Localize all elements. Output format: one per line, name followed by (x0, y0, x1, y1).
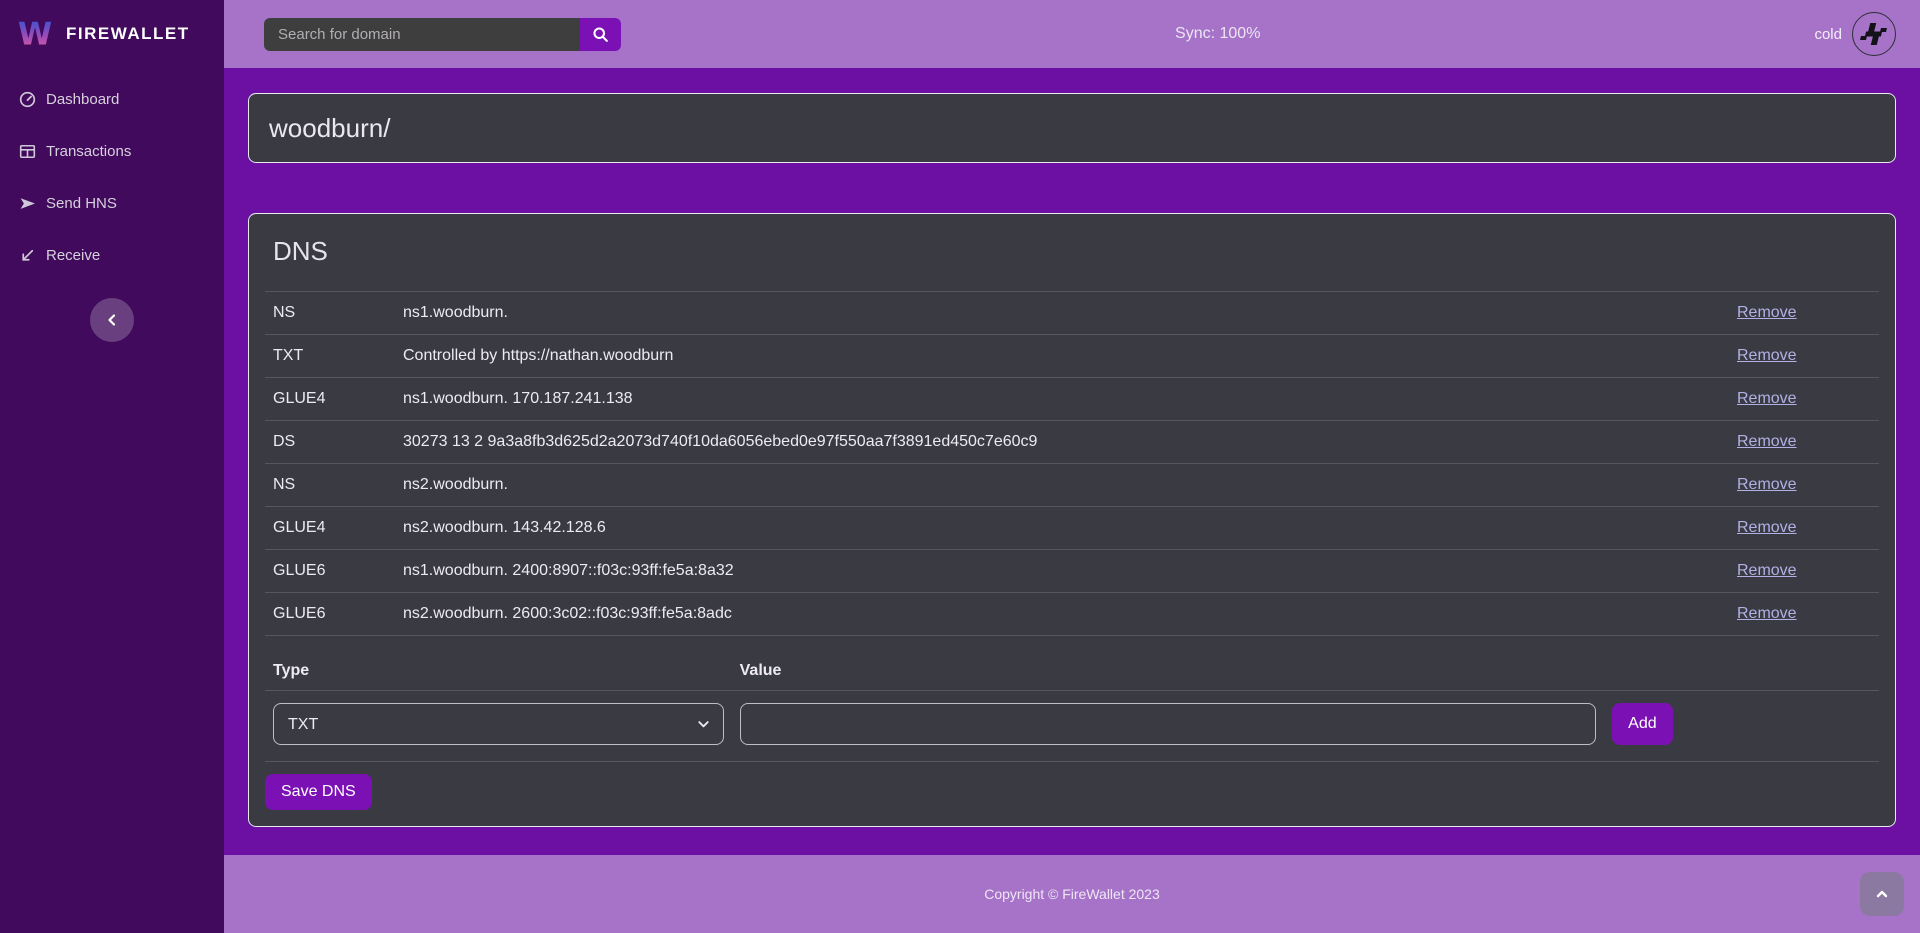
search-icon (592, 26, 609, 43)
domain-search-group (264, 18, 621, 51)
record-value: ns2.woodburn. (395, 464, 1729, 507)
dns-record-row: GLUE6 ns2.woodburn. 2600:3c02::f03c:93ff… (265, 593, 1879, 636)
firewallet-logo-icon: W (16, 15, 54, 53)
topbar: Sync: 100% cold (224, 0, 1920, 68)
dns-card: DNS NS ns1.woodburn. Remove TXT Controll… (248, 213, 1896, 827)
sidebar: W FIREWALLET Dashboard Transactions (0, 0, 224, 933)
scroll-to-top-button[interactable] (1860, 872, 1904, 916)
record-value: ns2.woodburn. 2600:3c02::f03c:93ff:fe5a:… (395, 593, 1729, 636)
copyright-text: Copyright © FireWallet 2023 (984, 886, 1160, 902)
remove-record-link[interactable]: Remove (1737, 519, 1797, 536)
content-column: Sync: 100% cold (224, 0, 1920, 933)
sidebar-item-label: Dashboard (46, 91, 119, 108)
chevron-left-icon (104, 312, 120, 328)
record-type: GLUE4 (265, 378, 395, 421)
record-type-select[interactable]: TXT (274, 704, 723, 744)
remove-record-link[interactable]: Remove (1737, 347, 1797, 364)
domain-title-card: woodburn/ (248, 93, 1896, 163)
remove-record-link[interactable]: Remove (1737, 433, 1797, 450)
record-type: GLUE4 (265, 507, 395, 550)
handshake-logo-icon[interactable] (1852, 12, 1896, 56)
send-plane-icon (18, 194, 36, 212)
value-column-header: Value (740, 662, 1597, 680)
sidebar-item-receive[interactable]: Receive (0, 240, 224, 270)
type-column-header: Type (273, 662, 724, 680)
chevron-up-icon (1874, 886, 1890, 902)
dns-records-table: NS ns1.woodburn. Remove TXT Controlled b… (265, 291, 1879, 636)
record-value-input[interactable] (740, 703, 1597, 745)
add-record-headers: Type Value (265, 662, 1879, 691)
record-type: GLUE6 (265, 593, 395, 636)
record-type: GLUE6 (265, 550, 395, 593)
wallet-name: cold (1814, 26, 1842, 43)
sidebar-nav: Dashboard Transactions Send HNS Receive (0, 68, 224, 342)
brand-name: FIREWALLET (66, 24, 190, 44)
dns-record-row: DS 30273 13 2 9a3a8fb3d625d2a2073d740f10… (265, 421, 1879, 464)
domain-title: woodburn/ (269, 113, 390, 144)
remove-record-link[interactable]: Remove (1737, 605, 1797, 622)
remove-record-link[interactable]: Remove (1737, 390, 1797, 407)
remove-record-link[interactable]: Remove (1737, 304, 1797, 321)
footer: Copyright © FireWallet 2023 (224, 855, 1920, 933)
record-value: Controlled by https://nathan.woodburn (395, 335, 1729, 378)
dns-record-row: GLUE6 ns1.woodburn. 2400:8907::f03c:93ff… (265, 550, 1879, 593)
save-dns-button[interactable]: Save DNS (265, 774, 372, 810)
dns-record-row: NS ns1.woodburn. Remove (265, 292, 1879, 335)
receive-arrow-icon (18, 246, 36, 264)
dns-record-row: GLUE4 ns2.woodburn. 143.42.128.6 Remove (265, 507, 1879, 550)
wallet-indicator: cold (1814, 12, 1896, 56)
remove-record-link[interactable]: Remove (1737, 476, 1797, 493)
sidebar-item-label: Transactions (46, 143, 131, 160)
record-type: TXT (265, 335, 395, 378)
sidebar-item-transactions[interactable]: Transactions (0, 136, 224, 166)
dns-record-row: TXT Controlled by https://nathan.woodbur… (265, 335, 1879, 378)
record-value: ns1.woodburn. 170.187.241.138 (395, 378, 1729, 421)
svg-text:W: W (18, 16, 52, 52)
sidebar-item-label: Receive (46, 247, 100, 264)
firewallet-app: W FIREWALLET Dashboard Transactions (0, 0, 1920, 933)
search-button[interactable] (580, 18, 621, 51)
sync-status: Sync: 100% (1175, 25, 1260, 43)
sidebar-collapse-button[interactable] (90, 298, 134, 342)
sidebar-item-dashboard[interactable]: Dashboard (0, 84, 224, 114)
remove-record-link[interactable]: Remove (1737, 562, 1797, 579)
dns-record-row: NS ns2.woodburn. Remove (265, 464, 1879, 507)
brand[interactable]: W FIREWALLET (0, 0, 224, 68)
record-type: NS (265, 292, 395, 335)
domain-search-input[interactable] (264, 18, 580, 51)
dns-card-title: DNS (273, 236, 1871, 267)
sidebar-item-label: Send HNS (46, 195, 117, 212)
dashboard-gauge-icon (18, 90, 36, 108)
record-type-select-wrap: TXT (273, 703, 724, 745)
main-content: woodburn/ DNS NS ns1.woodburn. Remove TX… (224, 68, 1920, 855)
record-value: ns1.woodburn. (395, 292, 1729, 335)
record-value: 30273 13 2 9a3a8fb3d625d2a2073d740f10da6… (395, 421, 1729, 464)
dns-record-row: GLUE4 ns1.woodburn. 170.187.241.138 Remo… (265, 378, 1879, 421)
add-record-row: TXT Add (265, 691, 1879, 762)
sidebar-item-send-hns[interactable]: Send HNS (0, 188, 224, 218)
record-type: DS (265, 421, 395, 464)
record-type: NS (265, 464, 395, 507)
transactions-table-icon (18, 142, 36, 160)
record-value: ns1.woodburn. 2400:8907::f03c:93ff:fe5a:… (395, 550, 1729, 593)
add-record-button[interactable]: Add (1612, 703, 1672, 745)
record-value: ns2.woodburn. 143.42.128.6 (395, 507, 1729, 550)
